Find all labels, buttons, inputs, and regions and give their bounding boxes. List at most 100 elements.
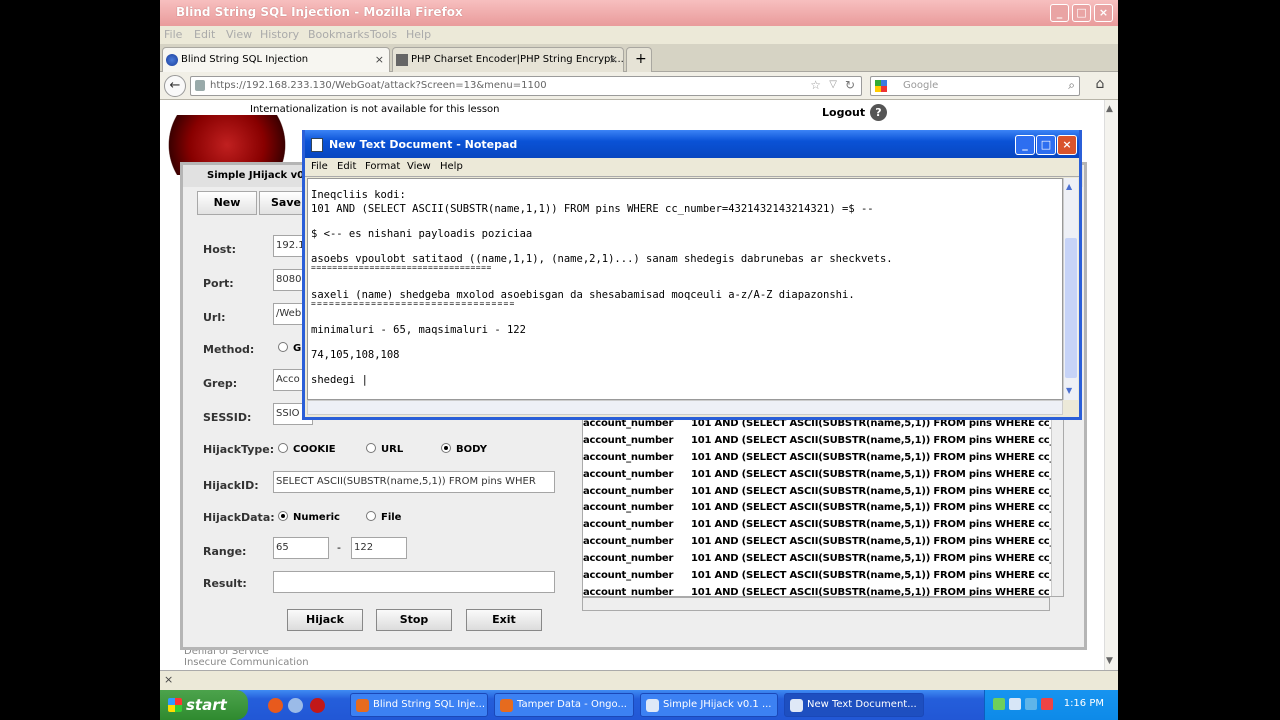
logout-link[interactable]: Logout: [822, 106, 865, 119]
bookmark-star-icon[interactable]: ☆: [810, 78, 821, 92]
hijack-type-label: HijackType:: [203, 443, 275, 456]
new-button[interactable]: New: [197, 191, 257, 215]
radio-url[interactable]: URL: [366, 443, 403, 455]
table-row[interactable]: account_number 101 AND (SELECT ASCII(SUBS…: [583, 536, 1063, 553]
back-arrow-icon[interactable]: ←: [164, 75, 186, 97]
tab-php-encoder[interactable]: PHP Charset Encoder|PHP String Encrypt..…: [392, 47, 624, 72]
notepad-minimize-button[interactable]: _: [1015, 135, 1035, 155]
row-value: 101 AND (SELECT ASCII(SUBSTR(name,5,1)) …: [691, 570, 1062, 582]
new-tab-button[interactable]: +: [626, 47, 652, 72]
notepad-vscrollbar[interactable]: ▲ ▼: [1063, 178, 1078, 400]
row-value: 101 AND (SELECT ASCII(SUBSTR(name,5,1)) …: [691, 451, 1062, 463]
table-row[interactable]: account_number 101 AND (SELECT ASCII(SUBS…: [583, 519, 1063, 536]
radio-numeric[interactable]: Numeric: [278, 511, 340, 523]
app-quicklaunch-icon[interactable]: [310, 698, 325, 713]
row-value: 101 AND (SELECT ASCII(SUBSTR(name,5,1)) …: [691, 536, 1062, 548]
result-label: Result:: [203, 577, 247, 590]
menu-bookmarks[interactable]: Bookmarks: [308, 28, 369, 41]
radio-body[interactable]: BODY: [441, 443, 487, 455]
row-key: account_number: [583, 502, 674, 514]
dropdown-arrow-icon[interactable]: ▽: [829, 79, 837, 90]
status-close-icon[interactable]: ×: [164, 673, 173, 686]
help-icon[interactable]: ?: [870, 104, 887, 121]
notepad-close-button[interactable]: ×: [1057, 135, 1077, 155]
table-hscrollbar[interactable]: [582, 597, 1050, 611]
hijack-button[interactable]: Hijack: [287, 609, 363, 631]
table-vscrollbar[interactable]: [1051, 418, 1063, 596]
table-row[interactable]: account_number 101 AND (SELECT ASCII(SUBS…: [583, 452, 1063, 469]
firefox-quicklaunch-icon[interactable]: [268, 698, 283, 713]
np-menu-help[interactable]: Help: [440, 161, 463, 172]
magnifier-icon[interactable]: ⌕: [1068, 78, 1075, 93]
home-icon[interactable]: ⌂: [1090, 76, 1110, 96]
notepad-text-area[interactable]: Ineqcliis kodi: 101 AND (SELECT ASCII(SU…: [307, 178, 1063, 400]
table-row[interactable]: account_number 101 AND (SELECT ASCII(SUBS…: [583, 570, 1063, 587]
text-line: ==================================: [311, 299, 516, 308]
hijack-id-field[interactable]: SELECT ASCII(SUBSTR(name,5,1)) FROM pins…: [273, 471, 555, 493]
page-scrollbar[interactable]: ▲ ▼: [1104, 100, 1118, 670]
tab-close-icon[interactable]: ×: [609, 53, 618, 66]
tab-blind-sql[interactable]: Blind String SQL Injection ×: [162, 47, 390, 72]
url-bar[interactable]: https://192.168.233.130/WebGoat/attack?S…: [190, 76, 862, 96]
text-line: ==================================: [311, 263, 492, 272]
table-row[interactable]: account_number 101 AND (SELECT ASCII(SUBS…: [583, 435, 1063, 452]
security-icon[interactable]: [1041, 698, 1053, 710]
menu-file[interactable]: File: [164, 28, 182, 41]
np-menu-view[interactable]: View: [407, 161, 431, 172]
range-to-field[interactable]: 122: [351, 537, 407, 559]
table-row[interactable]: account_number 101 AND (SELECT ASCII(SUBS…: [583, 502, 1063, 519]
menu-help[interactable]: Help: [406, 28, 431, 41]
exit-button[interactable]: Exit: [466, 609, 542, 631]
search-input[interactable]: Google ⌕: [870, 76, 1080, 96]
browser-quicklaunch-icon[interactable]: [288, 698, 303, 713]
notepad-maximize-button[interactable]: □: [1036, 135, 1056, 155]
row-key: account_number: [583, 468, 674, 480]
row-key: account_number: [583, 570, 674, 582]
method-radio[interactable]: G: [278, 342, 301, 354]
taskbar-tamper-data[interactable]: Tamper Data - Ongo...: [494, 693, 634, 717]
close-button[interactable]: ×: [1094, 4, 1113, 22]
menu-item-insecure-comm[interactable]: Insecure Communication: [184, 657, 309, 668]
desktop-screen: Blind String SQL Injection - Mozilla Fir…: [160, 0, 1118, 720]
range-from-field[interactable]: 65: [273, 537, 329, 559]
google-icon[interactable]: [875, 80, 887, 92]
reload-icon[interactable]: ↻: [845, 78, 855, 92]
volume-icon[interactable]: [1025, 698, 1037, 710]
system-tray: 1:16 PM: [984, 690, 1118, 720]
notepad-title: New Text Document - Notepad: [329, 138, 518, 151]
result-field[interactable]: [273, 571, 555, 593]
row-value: 101 AND (SELECT ASCII(SUBSTR(name,5,1)) …: [691, 434, 1062, 446]
stop-button[interactable]: Stop: [376, 609, 452, 631]
windows-flag-icon: [168, 698, 182, 712]
menu-history[interactable]: History: [260, 28, 299, 41]
start-button[interactable]: start: [160, 690, 248, 720]
taskbar-jhijack[interactable]: Simple JHijack v0.1 ...: [640, 693, 778, 717]
taskbar-notepad[interactable]: New Text Document...: [784, 693, 924, 717]
menu-tools[interactable]: Tools: [370, 28, 397, 41]
table-row[interactable]: account_number 101 AND (SELECT ASCII(SUBS…: [583, 418, 1063, 435]
radio-file[interactable]: File: [366, 511, 401, 523]
results-table[interactable]: account_number 101 AND (SELECT ASCII(SUBS…: [582, 417, 1064, 597]
hijack-id-label: HijackID:: [203, 479, 259, 492]
np-menu-file[interactable]: File: [311, 161, 328, 172]
taskbar-firefox[interactable]: Blind String SQL Inje...: [350, 693, 488, 717]
row-value: 101 AND (SELECT ASCII(SUBSTR(name,5,1)) …: [691, 553, 1062, 565]
tab-close-icon[interactable]: ×: [375, 53, 384, 66]
table-row[interactable]: account_number 101 AND (SELECT ASCII(SUBS…: [583, 587, 1063, 596]
maximize-button[interactable]: □: [1072, 4, 1091, 22]
radio-cookie[interactable]: COOKIE: [278, 443, 336, 455]
text-line: minimaluri - 65, maqsimaluri - 122: [311, 324, 526, 336]
table-row[interactable]: account_number 101 AND (SELECT ASCII(SUBS…: [583, 486, 1063, 503]
np-menu-edit[interactable]: Edit: [337, 161, 356, 172]
notepad-hscrollbar[interactable]: [307, 400, 1063, 415]
jhijack-title: Simple JHijack v0: [207, 170, 305, 181]
minimize-button[interactable]: _: [1050, 4, 1069, 22]
table-row[interactable]: account_number 101 AND (SELECT ASCII(SUBS…: [583, 553, 1063, 570]
menu-edit[interactable]: Edit: [194, 28, 215, 41]
tray-icon[interactable]: [1009, 698, 1021, 710]
menu-view[interactable]: View: [226, 28, 252, 41]
np-menu-format[interactable]: Format: [365, 161, 400, 172]
network-icon[interactable]: [993, 698, 1005, 710]
table-row[interactable]: account_number 101 AND (SELECT ASCII(SUBS…: [583, 469, 1063, 486]
site-identity-icon[interactable]: [195, 80, 205, 91]
